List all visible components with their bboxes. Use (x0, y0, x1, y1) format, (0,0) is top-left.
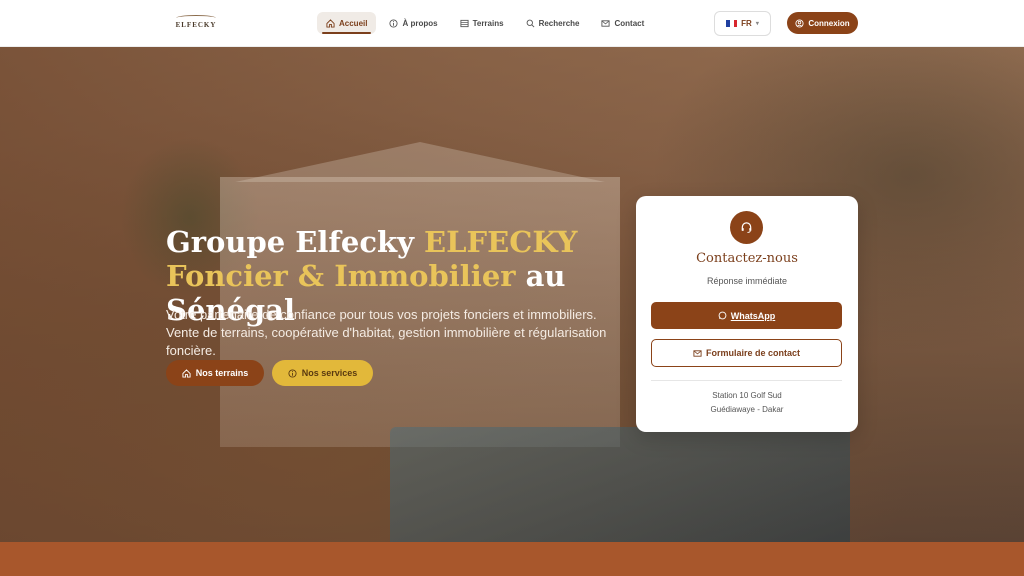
search-icon (526, 19, 535, 28)
whatsapp-icon (718, 311, 727, 320)
nav-item-label: À propos (402, 18, 438, 28)
nav-item-label: Recherche (538, 18, 580, 28)
next-section-band (0, 542, 1024, 576)
hero-title-highlight1: ELFECKY (424, 225, 578, 259)
info-icon (288, 368, 297, 378)
contact-form-button[interactable]: Formulaire de contact (651, 339, 842, 367)
info-icon (389, 18, 399, 28)
nav-item-recherche[interactable]: Recherche (517, 12, 589, 34)
whatsapp-button[interactable]: WhatsApp (651, 302, 842, 329)
our-lands-label: Nos terrains (195, 368, 249, 378)
nav-item-terrains[interactable]: Terrains (451, 12, 513, 34)
nav-item-label: Terrains (472, 18, 504, 28)
card-divider (651, 380, 842, 381)
contact-card-subtitle: Réponse immédiate (706, 276, 788, 286)
home-icon (326, 18, 335, 28)
grid-icon (460, 19, 469, 28)
user-circle-icon (795, 18, 804, 28)
address-line-2: Guédiawaye - Dakar (710, 405, 784, 414)
address-line-1: Station 10 Golf Sud (712, 391, 782, 400)
login-label: Connexion (808, 18, 850, 28)
brand-logo-text: ELFECKY (175, 21, 217, 29)
hero-background-roof (235, 142, 605, 182)
france-flag-icon (726, 20, 738, 27)
whatsapp-label: WhatsApp (730, 310, 776, 321)
mail-icon (601, 19, 611, 28)
headset-icon (730, 211, 763, 244)
home-icon (182, 368, 191, 378)
hero-background-pool (390, 427, 850, 542)
nav-item-accueil[interactable]: Accueil (317, 12, 377, 34)
hero-section: Groupe Elfecky ELFECKY Foncier & Immobil… (0, 47, 1024, 542)
our-services-button[interactable]: Nos services (272, 360, 373, 386)
our-services-label: Nos services (301, 368, 358, 378)
language-selector[interactable]: FR ▾ (714, 11, 771, 36)
mail-icon (693, 349, 702, 358)
hero-title-part1: Groupe Elfecky (166, 225, 425, 259)
nav-item-a-propos[interactable]: À propos (380, 12, 446, 34)
nav-item-contact[interactable]: Contact (592, 12, 653, 34)
top-navbar: ELFECKY Accueil À propos Terrains Recher… (0, 0, 1024, 47)
contact-card: Contactez-nous Réponse immédiate WhatsAp… (636, 196, 858, 432)
nav-item-label: Contact (614, 18, 645, 28)
main-menu: Accueil À propos Terrains Recherche Cont… (317, 12, 653, 34)
contact-card-title: Contactez-nous (696, 251, 798, 266)
contact-form-label: Formulaire de contact (705, 348, 801, 358)
our-lands-button[interactable]: Nos terrains (166, 360, 264, 386)
hero-subtitle: Votre partenaire de confiance pour tous … (166, 307, 607, 358)
brand-logo[interactable]: ELFECKY (174, 15, 218, 29)
chevron-down-icon: ▾ (755, 21, 759, 27)
language-code: FR (741, 19, 752, 28)
login-button[interactable]: Connexion (787, 12, 858, 34)
hero-title-highlight2: Foncier & Immobilier (166, 259, 516, 293)
nav-item-label: Accueil (339, 18, 368, 28)
